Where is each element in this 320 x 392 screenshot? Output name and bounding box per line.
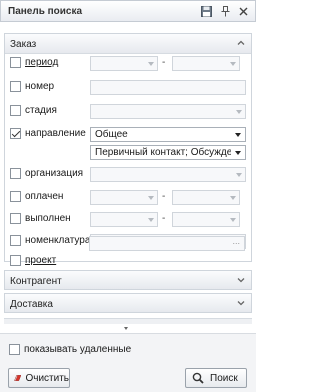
number-label: номер (25, 81, 55, 92)
direction-checkbox[interactable] (10, 128, 21, 139)
project-label: проект (25, 255, 57, 266)
order-group-title: Заказ (10, 39, 37, 50)
order-group-header[interactable]: Заказ (5, 34, 251, 54)
search-icon (192, 372, 204, 384)
filter-nomenclature-row: номенклатура (10, 234, 92, 250)
completed-to-select[interactable] (172, 212, 240, 227)
completed-separator: - (162, 213, 166, 224)
show-deleted-checkbox[interactable] (9, 344, 20, 355)
direction-label: направление (25, 128, 86, 139)
direction-stage-select[interactable]: Первичный контакт; Обсуждени... (90, 145, 246, 160)
direction-stage-value: Первичный контакт; Обсуждени... (95, 147, 231, 158)
period-to-select[interactable] (172, 56, 240, 71)
filter-number-row: номер (10, 80, 90, 96)
stage-select[interactable] (90, 104, 246, 119)
stage-label: стадия (25, 105, 57, 116)
nomenclature-label: номенклатура (25, 235, 91, 246)
organization-checkbox[interactable] (10, 168, 21, 179)
project-select[interactable]: ... (89, 236, 245, 251)
nomenclature-checkbox[interactable] (10, 235, 21, 246)
panel-splitter[interactable] (4, 318, 252, 324)
close-icon[interactable] (236, 4, 250, 18)
paid-separator: - (162, 191, 166, 202)
filter-direction-row: направление (10, 127, 92, 143)
project-checkbox[interactable] (10, 255, 21, 266)
period-separator: - (162, 57, 166, 68)
bottom-toolbar: показывать удаленные Очистить Поиск (0, 333, 256, 392)
period-label: период (25, 57, 59, 68)
search-button[interactable]: Поиск (185, 368, 247, 388)
number-checkbox[interactable] (10, 81, 21, 92)
chevron-down-icon (235, 151, 241, 155)
number-input[interactable] (90, 80, 246, 95)
paid-checkbox[interactable] (10, 191, 21, 202)
counterparty-group-header[interactable]: Контрагент (4, 270, 252, 290)
filter-project-row: проект (10, 254, 90, 270)
period-checkbox[interactable] (10, 57, 21, 68)
completed-checkbox[interactable] (10, 213, 21, 224)
filter-stage-row: стадия (10, 104, 90, 120)
direction-value: Общее (95, 129, 128, 140)
completed-label: выполнен (25, 213, 71, 224)
paid-from-select[interactable] (90, 190, 158, 205)
period-from-select[interactable] (90, 56, 158, 71)
stage-checkbox[interactable] (10, 105, 21, 116)
paid-label: оплачен (25, 191, 64, 202)
save-icon[interactable] (199, 4, 213, 18)
filter-paid-row: оплачен (10, 190, 90, 206)
clear-button-label: Очистить (25, 372, 69, 384)
window-title: Панель поиска (8, 6, 83, 17)
show-deleted-row: показывать удаленные (9, 343, 149, 359)
filter-completed-row: выполнен (10, 212, 90, 228)
show-deleted-label: показывать удаленные (24, 344, 132, 355)
chevron-down-icon[interactable] (237, 299, 245, 307)
clear-button[interactable]: Очистить (8, 368, 70, 388)
counterparty-group-title: Контрагент (10, 276, 62, 287)
title-bar: Панель поиска (0, 0, 256, 22)
filter-organization-row: организация (10, 167, 92, 183)
delivery-group-title: Доставка (10, 299, 53, 310)
completed-from-select[interactable] (90, 212, 158, 227)
delivery-group-header[interactable]: Доставка (4, 293, 252, 313)
project-ellipsis[interactable]: ... (232, 236, 240, 246)
direction-select[interactable]: Общее (90, 127, 246, 142)
pin-icon[interactable] (218, 4, 232, 18)
chevron-down-icon (235, 133, 241, 137)
organization-select[interactable] (90, 167, 246, 182)
paid-to-select[interactable] (172, 190, 240, 205)
order-group: Заказ период - номер стадия направление … (4, 33, 252, 266)
chevron-up-icon[interactable] (237, 39, 245, 47)
organization-label: организация (25, 168, 84, 179)
eraser-icon (14, 375, 22, 381)
search-button-label: Поиск (210, 372, 238, 384)
chevron-down-icon[interactable] (237, 276, 245, 284)
splitter-arrow-icon[interactable] (124, 327, 128, 330)
